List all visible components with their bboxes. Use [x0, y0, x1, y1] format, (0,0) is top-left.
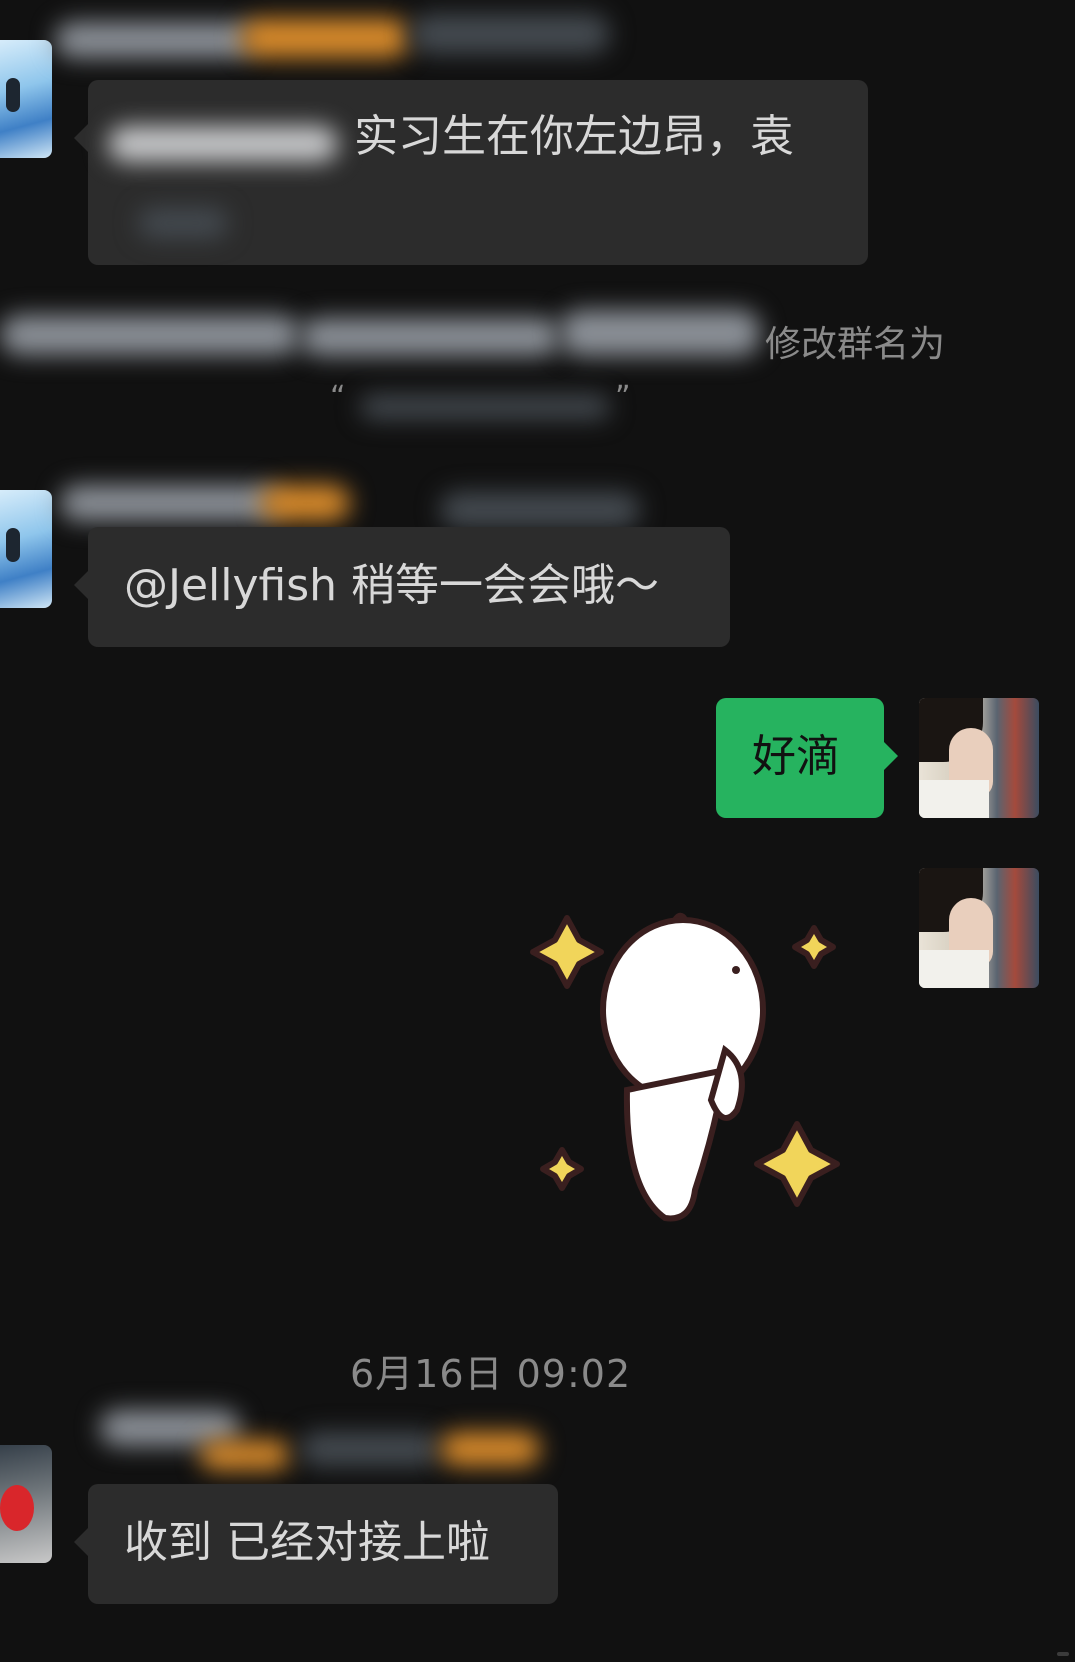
rabbit-icon [600, 912, 766, 1222]
sparkle-icon [540, 1147, 584, 1191]
quote-close: ” [615, 380, 631, 415]
message-bubble[interactable]: @Jellyfish 稍等一会会哦～ [74, 527, 730, 647]
sender-name-blurred [440, 1432, 540, 1466]
sender-name-blurred [60, 485, 280, 521]
sender-name-blurred [300, 1432, 440, 1466]
sender-name-blurred [55, 22, 255, 58]
sender-name-blurred [440, 492, 640, 528]
sender-avatar[interactable] [0, 1445, 52, 1563]
system-name-blurred [300, 318, 560, 356]
system-name-blurred [560, 310, 760, 356]
message-text: @Jellyfish 稍等一会会哦～ [124, 560, 660, 611]
message-text: 实习生在你左边昂，袁 [354, 111, 794, 162]
message-text: 收到 已经对接上啦 [124, 1517, 490, 1568]
quote-open: “ [330, 380, 346, 415]
my-avatar[interactable] [919, 698, 1039, 818]
my-message-bubble[interactable]: 好滴 [716, 698, 898, 818]
timestamp: 6月16日 09:02 [350, 1352, 632, 1396]
message-bubble[interactable]: 实习生在你左边昂，袁 [74, 80, 868, 265]
sender-name-blurred [260, 485, 350, 521]
sender-avatar[interactable] [0, 40, 52, 158]
sender-avatar[interactable] [0, 490, 52, 608]
message-bubble[interactable]: 收到 已经对接上啦 [74, 1484, 558, 1604]
sender-name-blurred [240, 18, 410, 58]
watermark-logo [1057, 1652, 1069, 1656]
sparkle-icon [754, 1121, 840, 1207]
system-name-blurred [360, 395, 610, 419]
sparkle-icon [530, 915, 604, 989]
my-avatar[interactable] [919, 868, 1039, 988]
system-rename-text: 修改群名为 [765, 324, 946, 365]
redacted-text [138, 208, 228, 238]
sender-name-blurred [410, 14, 610, 54]
message-text: 好滴 [752, 731, 840, 782]
system-name-blurred [0, 315, 300, 355]
redacted-text [108, 126, 338, 162]
sender-name-blurred [200, 1440, 290, 1470]
rabbit-sparkle-sticker[interactable] [515, 900, 845, 1240]
sparkle-icon [792, 925, 836, 969]
